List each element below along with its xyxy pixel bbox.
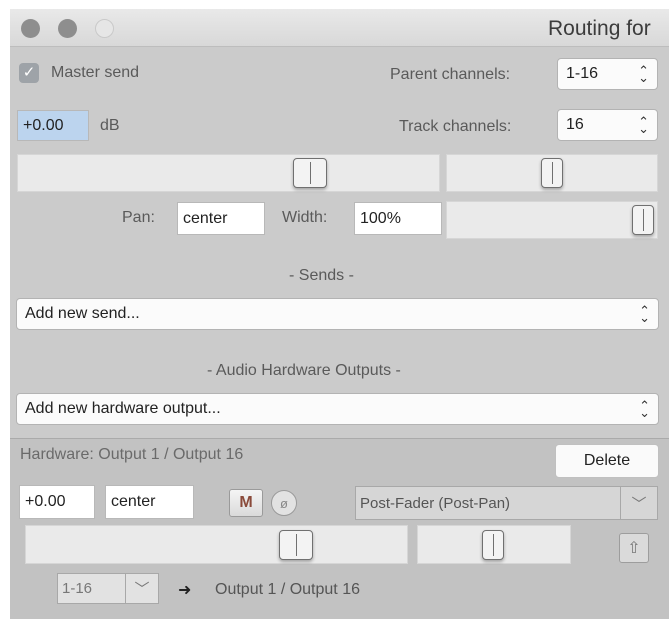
hardware-output-title: Hardware: Output 1 / Output 16 <box>20 446 244 463</box>
sends-header: - Sends - <box>289 267 354 284</box>
updown-chevron-icon: ⌃ ⌄ <box>639 398 650 420</box>
track-channels-select[interactable]: 16 ⌃ ⌄ <box>557 109 658 141</box>
master-gain-value: +0.00 <box>23 116 64 134</box>
pan-label: Pan: <box>122 209 155 226</box>
add-hardware-output-select[interactable]: Add new hardware output... ⌃ ⌄ <box>16 393 659 425</box>
checkmark-icon: ✓ <box>22 64 36 81</box>
hardware-volume-slider[interactable] <box>25 525 408 564</box>
chevron-down-icon: ﹀ <box>620 487 657 519</box>
route-up-button[interactable]: ⇧ <box>619 533 649 563</box>
delete-button[interactable]: Delete <box>555 444 659 478</box>
pan-slider-handle[interactable] <box>541 158 563 188</box>
hardware-pan-value: center <box>111 493 156 510</box>
add-hardware-output-label: Add new hardware output... <box>25 400 221 417</box>
hardware-channels-value: 1-16 <box>62 580 93 597</box>
hardware-pan-input[interactable]: center <box>105 485 194 519</box>
volume-slider-handle[interactable] <box>293 158 327 188</box>
send-mode-value: Post-Fader (Post-Pan) <box>360 494 511 512</box>
add-send-label: Add new send... <box>25 305 140 322</box>
track-channels-label: Track channels: <box>399 118 512 135</box>
pan-input[interactable]: center <box>177 202 265 235</box>
master-send-checkbox[interactable]: ✓ <box>19 63 39 83</box>
route-up-icon: ⇧ <box>627 540 641 557</box>
window-title: Routing for <box>548 17 651 40</box>
routing-window: Routing for ✓ Master send Parent channel… <box>10 9 669 619</box>
updown-chevron-icon: ⌃ ⌄ <box>638 63 649 85</box>
close-window-button[interactable] <box>21 19 40 38</box>
hardware-pan-slider[interactable] <box>417 525 571 564</box>
parent-channels-select[interactable]: 1-16 ⌃ ⌄ <box>557 58 658 90</box>
pan-slider[interactable] <box>446 154 658 192</box>
width-label: Width: <box>282 209 328 226</box>
minimize-window-button[interactable] <box>58 19 77 38</box>
gain-unit-label: dB <box>100 117 120 134</box>
master-send-label: Master send <box>51 64 140 81</box>
hardware-destination-label: Output 1 / Output 16 <box>215 581 360 598</box>
volume-slider[interactable] <box>17 154 440 192</box>
parent-channels-label: Parent channels: <box>390 66 511 83</box>
hardware-pan-slider-handle[interactable] <box>482 530 504 560</box>
mute-button[interactable]: M <box>229 489 263 517</box>
track-channels-value: 16 <box>566 116 584 133</box>
master-gain-input[interactable]: +0.00 <box>17 110 89 141</box>
hardware-channels-select[interactable]: 1-16 ﹀ <box>57 573 159 604</box>
titlebar: Routing for <box>10 9 669 47</box>
updown-chevron-icon: ⌃ ⌄ <box>638 114 649 136</box>
width-value: 100% <box>360 209 401 227</box>
hardware-volume-slider-handle[interactable] <box>279 530 313 560</box>
phase-invert-icon: ø <box>280 495 288 511</box>
zoom-window-button[interactable] <box>95 19 114 38</box>
updown-chevron-icon: ⌃ ⌄ <box>639 303 650 325</box>
pan-value: center <box>183 209 228 227</box>
phase-invert-button[interactable]: ø <box>271 490 297 516</box>
hardware-gain-value: +0.00 <box>25 493 66 510</box>
hardware-outputs-header: - Audio Hardware Outputs - <box>207 362 401 379</box>
send-mode-select[interactable]: Post-Fader (Post-Pan) ﹀ <box>355 486 658 520</box>
arrow-right-icon: ➜ <box>178 582 192 599</box>
parent-channels-value: 1-16 <box>566 65 599 82</box>
add-send-select[interactable]: Add new send... ⌃ ⌄ <box>16 298 659 330</box>
width-slider-handle[interactable] <box>632 205 654 235</box>
hardware-gain-input[interactable]: +0.00 <box>19 485 95 519</box>
width-slider[interactable] <box>446 201 658 239</box>
chevron-down-icon: ﹀ <box>125 574 158 603</box>
width-input[interactable]: 100% <box>354 202 442 235</box>
